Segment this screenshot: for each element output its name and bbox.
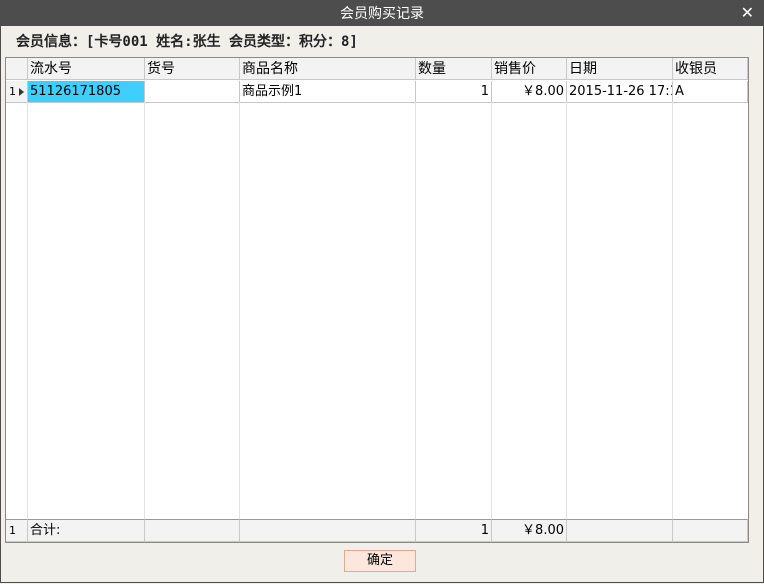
totals-date [567, 519, 673, 542]
purchase-grid: 流水号 货号 商品名称 数量 销售价 日期 收银员 1 51126171805 … [5, 57, 749, 543]
totals-item-no [145, 519, 240, 542]
totals-cashier [673, 519, 748, 542]
column-guide [27, 102, 28, 520]
totals-qty: 1 [416, 519, 492, 542]
table-row[interactable]: 1 51126171805 商品示例1 1 ￥8.00 2015-11-26 1… [6, 81, 748, 103]
totals-row-number: 1 [6, 519, 28, 542]
column-guide [144, 102, 145, 520]
column-guide [566, 102, 567, 520]
cell-serial[interactable]: 51126171805 [28, 81, 145, 103]
header-row: 流水号 货号 商品名称 数量 销售价 日期 收银员 [6, 58, 748, 80]
ok-button[interactable]: 确定 [344, 550, 416, 572]
col-header-item-no[interactable]: 货号 [145, 58, 240, 80]
row-number: 1 [9, 85, 16, 98]
col-header-price[interactable]: 销售价 [492, 58, 567, 80]
row-header[interactable]: 1 [6, 81, 28, 103]
col-header-date[interactable]: 日期 [567, 58, 673, 80]
title-bar: 会员购买记录 ✕ [0, 0, 764, 26]
totals-label: 合计: [28, 519, 145, 542]
cell-product-name[interactable]: 商品示例1 [240, 81, 416, 103]
cell-cashier[interactable]: A [673, 81, 748, 103]
cell-item-no[interactable] [145, 81, 240, 103]
cell-date[interactable]: 2015-11-26 17:18 [567, 81, 673, 103]
col-header-serial[interactable]: 流水号 [28, 58, 145, 80]
member-info: 会员信息：[卡号001 姓名:张生 会员类型：积分：8] [16, 34, 358, 50]
totals-price: ￥8.00 [492, 519, 567, 542]
cell-price[interactable]: ￥8.00 [492, 81, 567, 103]
column-guide [491, 102, 492, 520]
col-header-product-name[interactable]: 商品名称 [240, 58, 416, 80]
cell-qty[interactable]: 1 [416, 81, 492, 103]
column-guide [415, 102, 416, 520]
column-guide [239, 102, 240, 520]
column-guide [672, 102, 673, 520]
current-row-arrow-icon [19, 88, 24, 96]
totals-product-name [240, 519, 416, 542]
window-title: 会员购买记录 [340, 6, 424, 22]
totals-row: 1 合计: 1 ￥8.00 [6, 519, 748, 542]
col-header-qty[interactable]: 数量 [416, 58, 492, 80]
header-corner [6, 58, 28, 80]
close-icon[interactable]: ✕ [741, 3, 754, 23]
col-header-cashier[interactable]: 收银员 [673, 58, 748, 80]
